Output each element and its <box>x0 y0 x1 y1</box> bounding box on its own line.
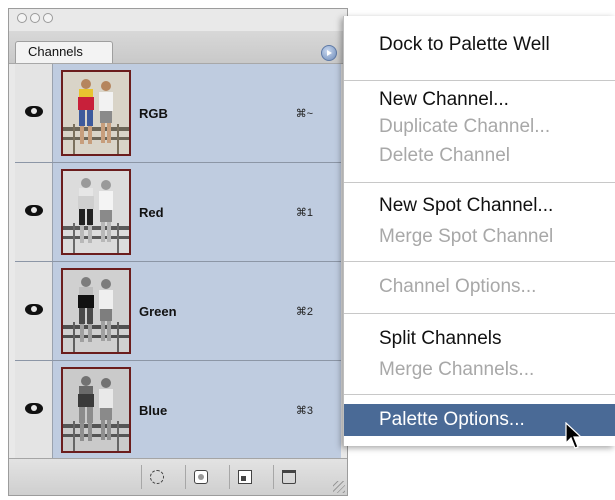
menu-item-split-channels[interactable]: Split Channels <box>344 325 615 353</box>
palette-menu-arrow-icon[interactable] <box>321 45 337 61</box>
menu-item-duplicate-channel: Duplicate Channel... <box>379 116 551 137</box>
menu-separator <box>344 313 615 314</box>
channel-name: Red <box>139 205 164 220</box>
channel-name: Blue <box>139 403 168 418</box>
close-button[interactable] <box>17 13 27 23</box>
eye-icon <box>25 205 43 216</box>
load-selection-icon <box>150 470 164 484</box>
channel-shortcut: ⌘1 <box>295 207 313 219</box>
channel-list: RGB ⌘~ Red ⌘1 Green ⌘2 Blue ⌘3 <box>15 64 341 460</box>
channel-thumbnail-blue <box>61 367 131 453</box>
menu-item-delete-channel: Delete Channel <box>379 145 510 166</box>
menu-item-new-channel[interactable]: New Channel... <box>344 86 615 114</box>
menu-separator <box>344 261 615 262</box>
minimize-button[interactable] <box>30 13 40 23</box>
menu-separator <box>344 182 615 183</box>
trash-icon <box>282 470 296 484</box>
new-channel-icon <box>238 470 252 484</box>
channel-row-blue[interactable]: Blue ⌘3 <box>15 361 341 460</box>
menu-item-channel-options: Channel Options... <box>379 276 537 297</box>
channel-thumbnail-red <box>61 169 131 255</box>
channels-palette: Channels RGB ⌘~ Red ⌘1 Green ⌘2 Blue ⌘3 <box>8 8 348 496</box>
channel-row-red[interactable]: Red ⌘1 <box>15 163 341 262</box>
delete-channel-button[interactable] <box>273 465 303 489</box>
visibility-toggle[interactable] <box>15 262 53 360</box>
palette-title-bar[interactable] <box>9 9 347 29</box>
save-selection-icon <box>194 470 208 484</box>
channel-row-rgb[interactable]: RGB ⌘~ <box>15 64 341 163</box>
save-selection-button[interactable] <box>185 465 215 489</box>
channel-thumbnail-rgb <box>61 70 131 156</box>
load-selection-button[interactable] <box>141 465 171 489</box>
tab-channels[interactable]: Channels <box>15 41 113 63</box>
zoom-button[interactable] <box>43 13 53 23</box>
channel-thumbnail-green <box>61 268 131 354</box>
visibility-toggle[interactable] <box>15 361 53 459</box>
channel-name: RGB <box>139 106 168 121</box>
new-channel-button[interactable] <box>229 465 259 489</box>
palette-flyout-menu: Dock to Palette Well New Channel... Dupl… <box>343 16 615 446</box>
channel-shortcut: ⌘2 <box>295 306 313 318</box>
visibility-toggle[interactable] <box>15 163 53 261</box>
palette-footer <box>9 458 347 495</box>
visibility-toggle[interactable] <box>15 64 53 162</box>
menu-separator <box>344 80 615 81</box>
menu-item-merge-channels: Merge Channels... <box>379 359 535 380</box>
channel-shortcut: ⌘~ <box>295 108 313 120</box>
eye-icon <box>25 304 43 315</box>
menu-item-dock-to-palette-well[interactable]: Dock to Palette Well <box>344 31 615 59</box>
resize-grip-icon[interactable] <box>333 481 345 493</box>
eye-icon <box>25 106 43 117</box>
channel-name: Green <box>139 304 177 319</box>
eye-icon <box>25 403 43 414</box>
menu-item-merge-spot-channel: Merge Spot Channel <box>379 226 554 247</box>
channel-row-green[interactable]: Green ⌘2 <box>15 262 341 361</box>
menu-separator <box>344 394 615 395</box>
mouse-pointer-icon <box>565 422 583 449</box>
palette-tab-bar: Channels <box>9 31 347 64</box>
menu-item-new-spot-channel[interactable]: New Spot Channel... <box>344 192 615 220</box>
channel-shortcut: ⌘3 <box>295 405 313 417</box>
